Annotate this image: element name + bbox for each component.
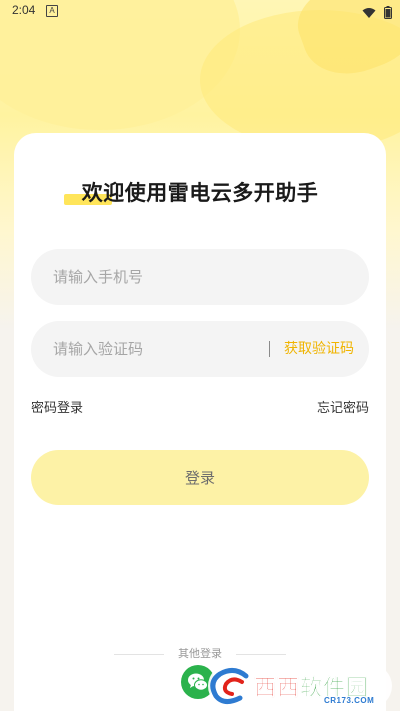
other-login-label: 其他登录 bbox=[178, 647, 222, 660]
title-container: 欢迎使用雷电云多开助手 bbox=[14, 177, 386, 207]
watermark-logo-icon bbox=[210, 668, 249, 704]
watermark-brand-red: 西西 bbox=[254, 676, 301, 702]
watermark-domain: CR173.COM bbox=[324, 696, 375, 705]
status-time: 2:04 bbox=[12, 3, 36, 17]
forgot-password-link[interactable]: 忘记密码 bbox=[317, 397, 369, 416]
page-title: 欢迎使用雷电云多开助手 bbox=[81, 181, 319, 205]
wifi-icon bbox=[362, 4, 376, 23]
phone-field bbox=[31, 249, 369, 305]
verification-code-input[interactable] bbox=[53, 321, 253, 377]
get-code-button[interactable]: 获取验证码 bbox=[284, 321, 354, 377]
notification-app-icon: A bbox=[46, 5, 58, 17]
divider bbox=[269, 341, 270, 357]
battery-icon bbox=[384, 4, 392, 23]
watermark: 西西软件园 CR173.COM bbox=[198, 660, 400, 711]
login-button[interactable]: 登录 bbox=[31, 450, 369, 505]
password-login-link[interactable]: 密码登录 bbox=[31, 397, 83, 416]
login-card: 欢迎使用雷电云多开助手 获取验证码 密码登录 忘记密码 登录 其他登录 bbox=[14, 133, 386, 711]
status-bar: 2:04 A bbox=[0, 0, 400, 22]
phone-input[interactable] bbox=[53, 249, 253, 305]
code-field: 获取验证码 bbox=[31, 321, 369, 377]
